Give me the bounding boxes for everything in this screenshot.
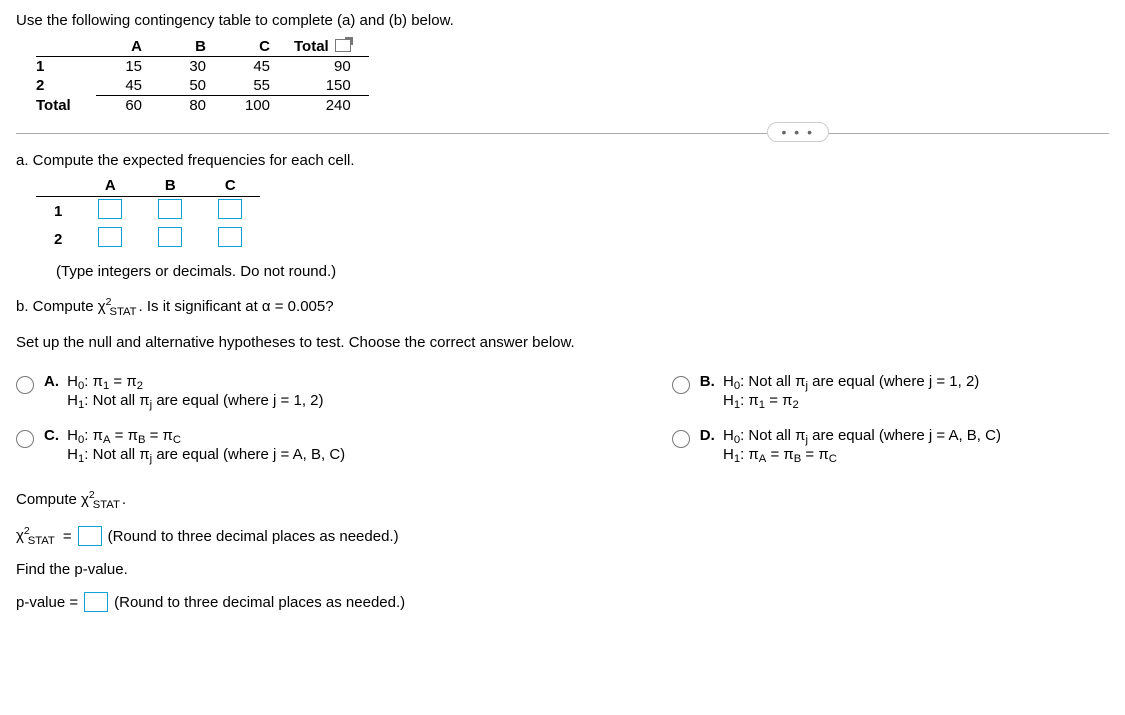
expected-row-label-1: 1 (36, 197, 80, 226)
choice-A[interactable]: A. H0: π1 = π2 A. H1: Not all πj are equ… (16, 367, 672, 421)
cell: 30 (160, 57, 224, 77)
radio-icon[interactable] (672, 430, 690, 448)
divider (16, 133, 1109, 134)
row-label-1: 1 (36, 57, 96, 77)
cell: 80 (160, 96, 224, 116)
choice-letter: C. (44, 427, 59, 444)
column-header-Total: Total (288, 37, 369, 57)
text: b. Compute (16, 298, 98, 315)
choice-h0: H0: π1 = π2 (67, 373, 143, 390)
choice-letter: A. (44, 373, 59, 390)
cell: 50 (160, 76, 224, 96)
expected-header-C: C (200, 175, 260, 197)
radio-icon[interactable] (16, 430, 34, 448)
expected-input-1B[interactable] (158, 199, 182, 219)
expected-input-1A[interactable] (98, 199, 122, 219)
cell: 60 (96, 96, 160, 116)
choice-h0: H0: Not all πj are equal (where j = 1, 2… (723, 373, 979, 390)
chi-square-symbol: χ2STAT (81, 489, 122, 511)
expected-header-B: B (140, 175, 200, 197)
text: . Is it significant at α = 0.005? (139, 298, 334, 315)
expected-input-2A[interactable] (98, 227, 122, 247)
part-b-prompt: b. Compute χ2STAT. Is it significant at … (16, 296, 1109, 318)
expected-frequencies-table: A B C 1 2 (36, 175, 260, 253)
contingency-table: A B C Total 1 15 30 45 90 2 45 50 55 150… (36, 37, 369, 115)
cell: 15 (96, 57, 160, 77)
chi-square-symbol: χ2STAT (16, 525, 57, 547)
expected-input-1C[interactable] (218, 199, 242, 219)
cell: 90 (288, 57, 369, 77)
cell: 45 (96, 76, 160, 96)
table-row: Total 60 80 100 240 (36, 96, 369, 116)
instruction-text: Use the following contingency table to c… (16, 12, 1109, 29)
chi-stat-answer-row: χ2STAT = (Round to three decimal places … (16, 525, 1109, 547)
part-a-prompt: a. Compute the expected frequencies for … (16, 152, 1109, 169)
equals-sign: = (63, 528, 72, 545)
chi-square-symbol: χ2STAT (98, 296, 139, 318)
rounding-hint: (Round to three decimal places as needed… (114, 594, 405, 611)
radio-icon[interactable] (16, 376, 34, 394)
pvalue-input[interactable] (84, 592, 108, 612)
row-label-2: 2 (36, 76, 96, 96)
popout-icon[interactable] (335, 39, 351, 52)
text: . (122, 491, 126, 508)
choice-letter: D. (700, 427, 715, 444)
choice-h1: H1: π1 = π2 (723, 392, 799, 409)
cell: 150 (288, 76, 369, 96)
pvalue-label: p-value = (16, 594, 78, 611)
expected-row-label-2: 2 (36, 225, 80, 253)
column-header-B: B (160, 37, 224, 57)
cell: 55 (224, 76, 288, 96)
choice-h0: H0: πA = πB = πC (67, 427, 181, 444)
table-row: 2 45 50 55 150 (36, 76, 369, 96)
hypotheses-setup-prompt: Set up the null and alternative hypothes… (16, 334, 1109, 351)
expected-header-A: A (80, 175, 140, 197)
rounding-hint: (Round to three decimal places as needed… (108, 528, 399, 545)
radio-icon[interactable] (672, 376, 690, 394)
chi-stat-input[interactable] (78, 526, 102, 546)
choice-letter: B. (700, 373, 715, 390)
choice-C[interactable]: C. H0: πA = πB = πC C. H1: Not all πj ar… (16, 421, 672, 475)
choice-h1: H1: πA = πB = πC (723, 446, 837, 463)
type-hint: (Type integers or decimals. Do not round… (56, 263, 1109, 280)
cell: 45 (224, 57, 288, 77)
find-pvalue-prompt: Find the p-value. (16, 561, 1109, 578)
column-header-C: C (224, 37, 288, 57)
column-header-A: A (96, 37, 160, 57)
multiple-choice-group: A. H0: π1 = π2 A. H1: Not all πj are equ… (16, 367, 1109, 475)
choice-B[interactable]: B. H0: Not all πj are equal (where j = 1… (672, 367, 1109, 421)
cell: 240 (288, 96, 369, 116)
choice-D[interactable]: D. H0: Not all πj are equal (where j = A… (672, 421, 1109, 475)
row-label-total: Total (36, 96, 96, 116)
choice-h1: H1: Not all πj are equal (where j = 1, 2… (67, 392, 323, 409)
table-row: 1 15 30 45 90 (36, 57, 369, 77)
text: Compute (16, 491, 81, 508)
expected-input-2C[interactable] (218, 227, 242, 247)
cell: 100 (224, 96, 288, 116)
choice-h0: H0: Not all πj are equal (where j = A, B… (723, 427, 1001, 444)
pvalue-answer-row: p-value = (Round to three decimal places… (16, 592, 1109, 612)
table-corner (36, 37, 96, 57)
compute-chi-prompt: Compute χ2STAT. (16, 489, 1109, 511)
choice-h1: H1: Not all πj are equal (where j = A, B… (67, 446, 345, 463)
expected-input-2B[interactable] (158, 227, 182, 247)
expand-pill[interactable]: • • • (767, 122, 829, 142)
